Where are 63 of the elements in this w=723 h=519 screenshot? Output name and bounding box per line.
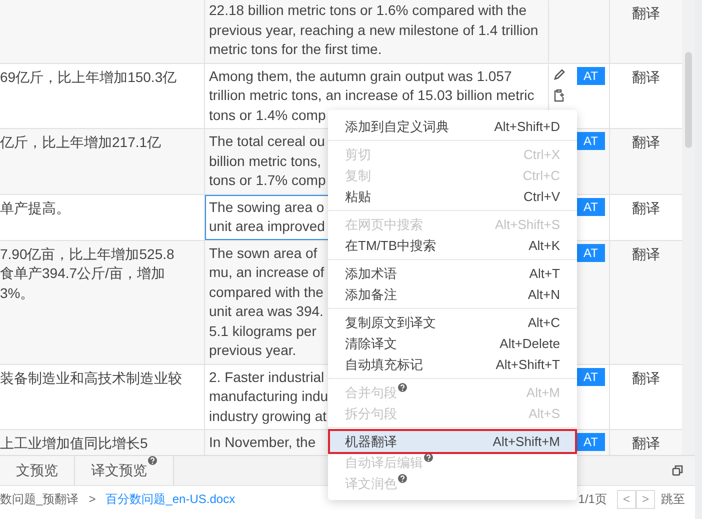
source-text: 7.90亿亩，比上年增加525.8 <box>0 244 174 264</box>
target-text: unit area improved <box>209 217 325 236</box>
target-text: trillion metric tons, an increase of 15.03 billion metric <box>209 86 534 105</box>
source-text: 3%。 <box>0 284 34 302</box>
menu-item[interactable]: 在TM/TB中搜索 Alt+K <box>330 235 575 256</box>
folder-name[interactable]: 数问题_预翻译 <box>0 490 79 508</box>
target-text: 22.18 billion metric tons or 1.6% compared with the <box>209 1 526 20</box>
help-icon <box>424 452 433 462</box>
pencil-icon[interactable] <box>553 68 566 80</box>
source-text: 69亿斤，比上年增加150.3亿 <box>0 68 177 86</box>
clipboard-icon[interactable] <box>553 88 566 102</box>
target-text: previous year. <box>209 341 296 360</box>
at-badge: AT <box>576 66 605 84</box>
target-text: manufacturing indu <box>209 387 328 406</box>
menu-item[interactable]: 机器翻译 Alt+Shift+M <box>330 431 575 452</box>
menu-item[interactable]: 清除译文 Alt+Delete <box>330 333 575 354</box>
target-text: previous year, reaching a new milestone of 1.4 trillion <box>209 20 538 40</box>
target-text: tons or 1.7% comp <box>209 171 326 190</box>
jump-to-label: 跳至 <box>661 491 685 508</box>
help-icon <box>398 382 407 392</box>
translate-link[interactable]: 翻译 <box>632 435 660 451</box>
translate-link[interactable]: 翻译 <box>632 370 660 386</box>
target-text: Among them, the autumn grain output was 1.057 <box>209 66 512 86</box>
source-text: 上工业增加值同比增长5 <box>0 434 148 453</box>
menu-item[interactable]: 添加术语 Alt+T <box>330 263 575 284</box>
scrollbar[interactable] <box>682 0 695 455</box>
menu-item[interactable]: 自动填充标记 Alt+Shift+T <box>330 354 575 375</box>
at-badge: AT <box>576 244 605 262</box>
target-text: The sowing area o <box>209 198 324 217</box>
breadcrumb-separator: > <box>88 491 96 508</box>
source-text: 单产提高。 <box>0 198 70 218</box>
translate-link[interactable]: 翻译 <box>632 246 660 262</box>
target-text: In November, the <box>209 433 316 452</box>
at-badge: AT <box>576 433 605 451</box>
page-count: 1/1页 <box>578 491 607 508</box>
at-badge: AT <box>576 132 605 150</box>
target-text: tons or 1.4% comp <box>209 106 326 125</box>
translate-link[interactable]: 翻译 <box>632 134 660 150</box>
source-text: 食单产394.7公斤/亩，增加 <box>0 264 165 283</box>
target-text: compared with the <box>209 282 324 302</box>
translate-link[interactable]: 翻译 <box>632 68 660 84</box>
translate-link[interactable]: 翻译 <box>632 5 660 21</box>
help-icon <box>398 474 407 483</box>
menu-item[interactable]: 添加备注 Alt+N <box>330 284 575 305</box>
menu-item[interactable]: 添加到自定义词典 Alt+Shift+D <box>330 116 575 137</box>
target-text: unit area was 394. <box>209 302 324 321</box>
target-text: 5.1 kilograms per <box>209 322 316 341</box>
target-text: billion metric tons, <box>209 152 322 170</box>
at-badge: AT <box>576 368 605 386</box>
menu-item[interactable]: 复制原文到译文 Alt+C <box>330 312 575 333</box>
at-badge: AT <box>576 198 605 216</box>
source-text: 装备制造业和高技术制造业较 <box>0 368 182 388</box>
scrollbar-thumb[interactable] <box>685 52 692 148</box>
translate-link[interactable]: 翻译 <box>632 200 660 216</box>
menu-item[interactable]: 粘贴 Ctrl+V <box>330 186 575 207</box>
target-text: 2. Faster industrial <box>209 368 324 386</box>
target-text: mu, an increase of <box>209 263 324 282</box>
target-text: metric tons for the first time. <box>209 40 382 59</box>
target-text: The total cereal ou <box>209 132 325 151</box>
target-text: The sown area of <box>209 244 318 262</box>
source-text: 亿斤，比上年增加217.1亿 <box>0 133 162 152</box>
target-text: industry growing at <box>209 406 327 426</box>
restore-window-icon[interactable] <box>672 465 683 476</box>
